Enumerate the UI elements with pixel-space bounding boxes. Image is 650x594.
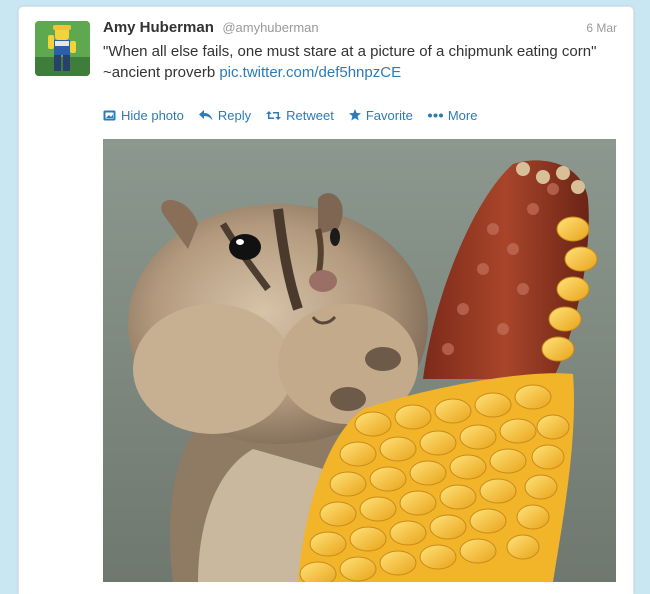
author-name[interactable]: Amy Huberman [103,19,214,36]
tweet-text-prefix: ~ancient proverb [103,64,220,81]
tweet-header: Amy Huberman @amyhuberman 6 Mar [103,19,617,39]
star-icon [348,109,361,121]
tweet-text-line2: ~ancient proverb pic.twitter.com/def5hnp… [103,62,623,83]
retweet-label: Retweet [286,107,334,123]
author-handle[interactable]: @amyhuberman [222,20,318,35]
more-button[interactable]: More [427,107,478,123]
tweet-text-line1: "When all else fails, one must stare at … [103,43,597,60]
tweet-actions: Hide photo Reply Retweet Favorite More [103,106,477,124]
hide-photo-label: Hide photo [121,107,184,123]
tweet-card: Amy Huberman @amyhuberman 6 Mar "When al… [18,6,634,594]
tweet-date[interactable]: 6 Mar [586,21,617,35]
chipmunk-corn-photo [103,139,616,582]
reply-label: Reply [217,107,252,123]
more-label: More [447,107,478,123]
photo-icon [103,110,116,121]
reply-button[interactable]: Reply [198,107,252,123]
dots-icon [427,113,443,118]
favorite-button[interactable]: Favorite [348,107,413,123]
tweet-text: "When all else fails, one must stare at … [103,41,623,83]
retweet-icon [266,110,282,121]
favorite-label: Favorite [365,107,413,123]
hide-photo-button[interactable]: Hide photo [103,108,184,123]
retweet-button[interactable]: Retweet [266,108,334,123]
reply-arrow-icon [198,109,213,121]
avatar[interactable] [35,21,90,76]
tweet-photo[interactable] [103,139,616,582]
tweet-photo-link[interactable]: pic.twitter.com/def5hnpzCE [219,64,401,81]
